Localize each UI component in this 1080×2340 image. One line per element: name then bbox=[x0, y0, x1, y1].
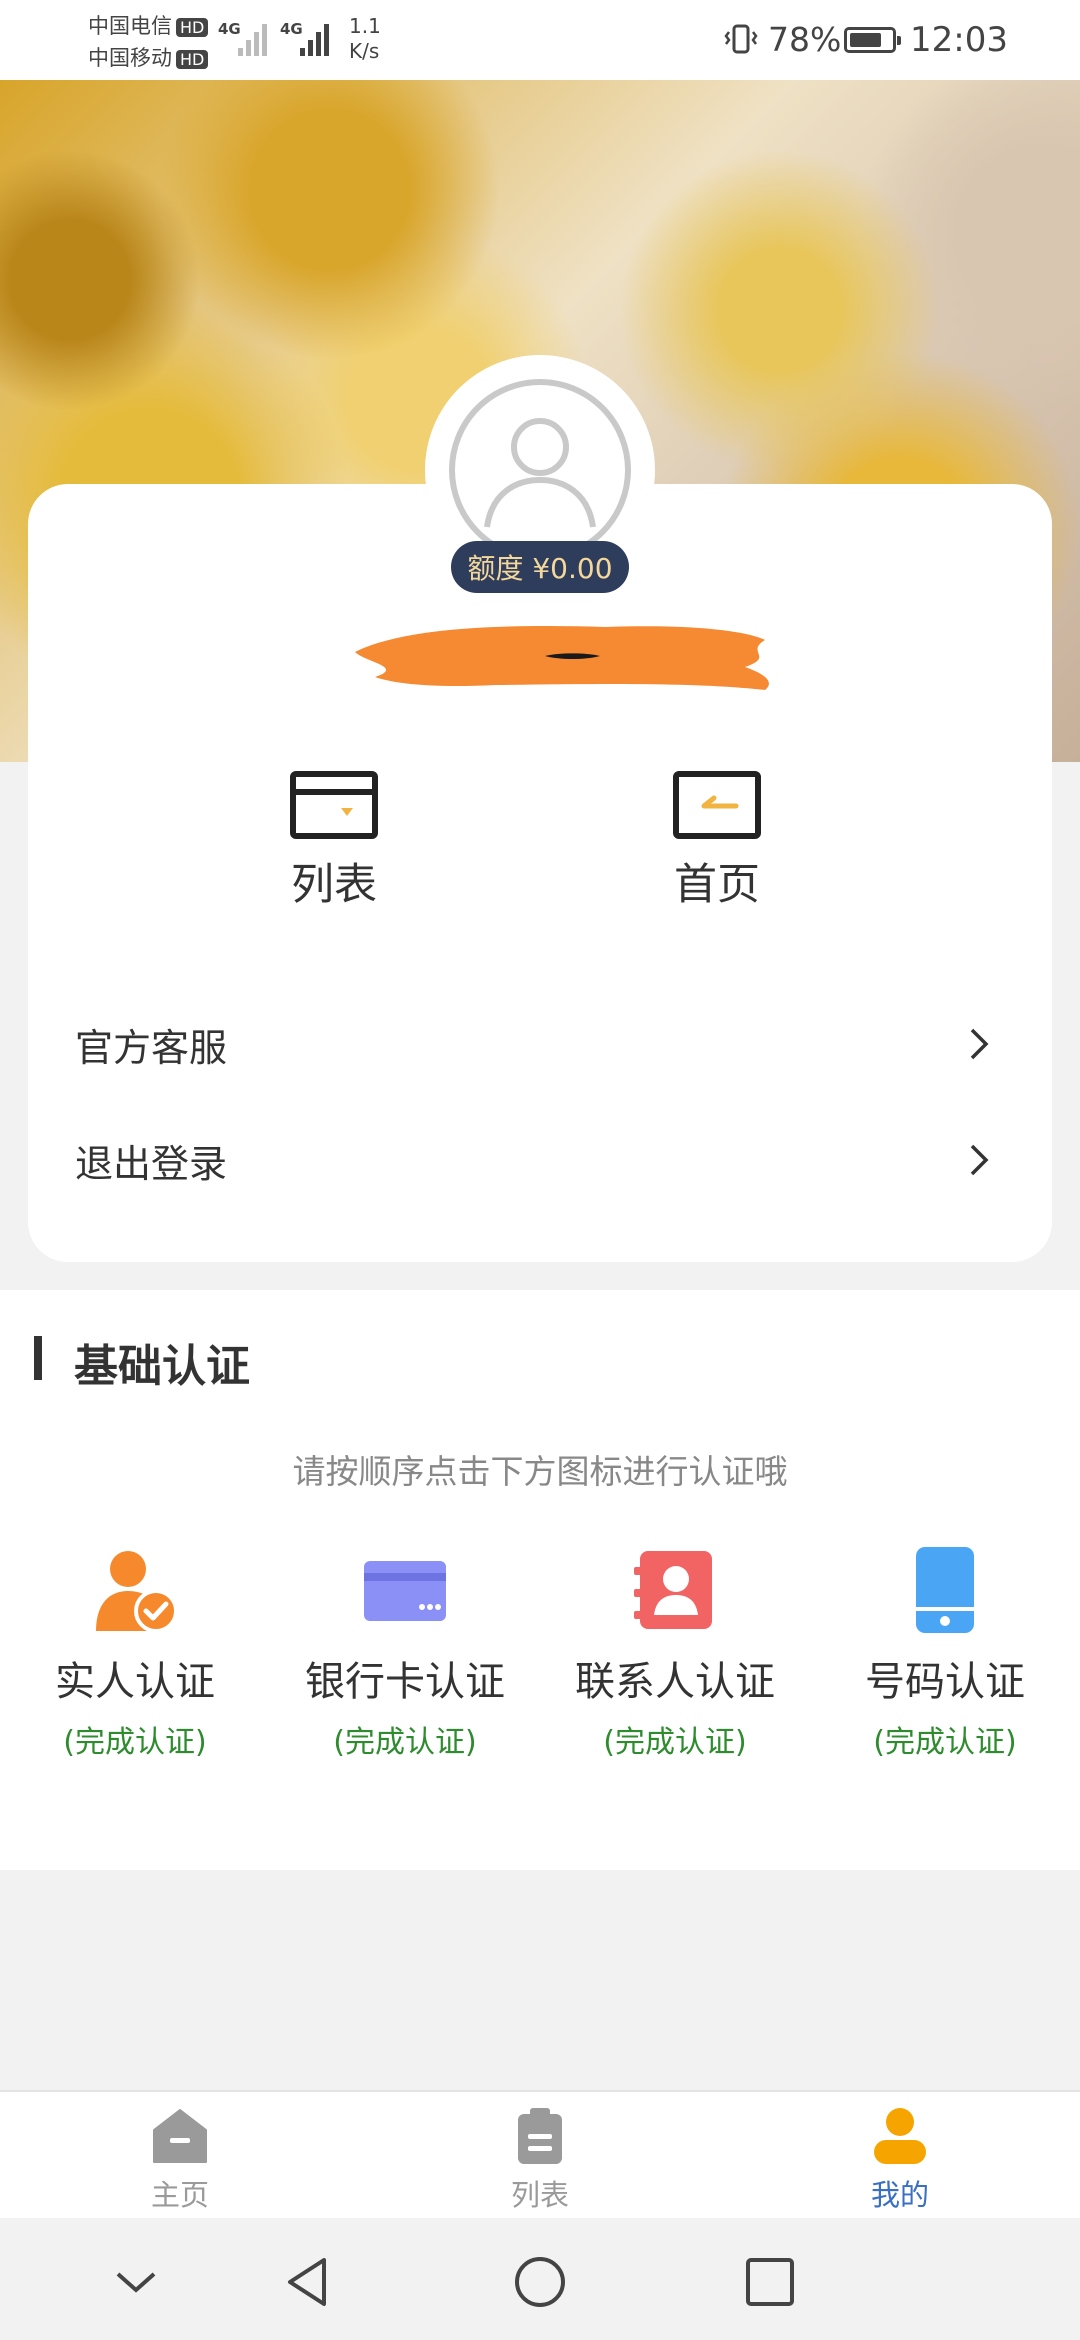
signal-icon-1 bbox=[238, 22, 267, 56]
verify-item-phone[interactable]: 号码认证 (完成认证) bbox=[830, 1545, 1060, 1761]
section-marker bbox=[34, 1336, 42, 1380]
tab-list[interactable]: 列表 bbox=[460, 2106, 620, 2214]
back-triangle-icon[interactable] bbox=[280, 2254, 336, 2310]
home-circle-icon[interactable] bbox=[512, 2254, 568, 2310]
verify-item-status: (完成认证) bbox=[603, 1725, 747, 1760]
tab-mine-label: 我的 bbox=[870, 2178, 929, 2212]
tab-list-label: 列表 bbox=[510, 2178, 569, 2212]
carrier-2: 中国移动 HD bbox=[88, 42, 209, 72]
quota-badge: 额度 ¥0.00 bbox=[451, 541, 629, 593]
chevron-right-icon bbox=[970, 1028, 989, 1060]
tab-mine[interactable]: 我的 bbox=[820, 2106, 980, 2214]
quick-action-list-label: 列表 bbox=[291, 860, 377, 910]
verify-item-status: (完成认证) bbox=[63, 1725, 207, 1760]
basic-verification-section: 基础认证 请按顺序点击下方图标进行认证哦 实人认证 (完成认证) 银行卡认证 (… bbox=[0, 1290, 1080, 1870]
clock: 12:03 bbox=[910, 20, 1008, 60]
tab-home[interactable]: 主页 bbox=[100, 2106, 260, 2214]
wallet-list-icon bbox=[290, 771, 378, 839]
quick-action-list[interactable]: 列表 bbox=[254, 770, 414, 912]
user-icon bbox=[874, 2108, 926, 2164]
contacts-icon bbox=[634, 1551, 712, 1629]
verify-item-status: (完成认证) bbox=[333, 1725, 477, 1760]
quick-action-home-label: 首页 bbox=[674, 860, 760, 910]
menu-item-logout[interactable]: 退出登录 bbox=[28, 1110, 1052, 1210]
menu-item-label: 官方客服 bbox=[75, 1025, 228, 1070]
person-check-icon bbox=[96, 1551, 178, 1633]
menu-item-label: 退出登录 bbox=[75, 1141, 228, 1186]
verify-item-status: (完成认证) bbox=[873, 1725, 1017, 1760]
verify-item-bank-card[interactable]: 银行卡认证 (完成认证) bbox=[290, 1545, 520, 1761]
section-title: 基础认证 bbox=[74, 1341, 250, 1392]
status-bar: 中国电信 HD 中国移动 HD 4G 4G 1.1 K/s 78% 12:03 bbox=[0, 0, 1080, 80]
bottom-tab-bar: 主页 列表 我的 bbox=[0, 2090, 1080, 2218]
battery-icon bbox=[844, 27, 901, 53]
redacted-username bbox=[355, 626, 769, 690]
verify-item-name: 联系人认证 bbox=[575, 1659, 775, 1705]
verify-item-name: 银行卡认证 bbox=[305, 1659, 505, 1705]
phone-icon bbox=[916, 1547, 974, 1633]
carrier-1: 中国电信 HD bbox=[88, 10, 209, 40]
bank-card-icon bbox=[364, 1561, 446, 1621]
verify-item-name: 实人认证 bbox=[55, 1659, 215, 1705]
vibrate-icon bbox=[724, 24, 758, 54]
collapse-chevron-icon[interactable] bbox=[108, 2254, 164, 2310]
home-icon bbox=[153, 2109, 207, 2163]
verify-item-name: 号码认证 bbox=[865, 1659, 1025, 1705]
section-hint: 请按顺序点击下方图标进行认证哦 bbox=[292, 1452, 788, 1491]
card-home-icon bbox=[673, 771, 761, 839]
battery-percent: 78% bbox=[768, 20, 842, 59]
menu-item-customer-service[interactable]: 官方客服 bbox=[28, 994, 1052, 1094]
signal-icon-2 bbox=[300, 22, 329, 56]
verify-item-contacts[interactable]: 联系人认证 (完成认证) bbox=[560, 1545, 790, 1761]
system-nav-bar bbox=[0, 2218, 1080, 2340]
clipboard-icon bbox=[518, 2108, 562, 2164]
network-speed: 1.1 K/s bbox=[349, 14, 381, 63]
verify-item-identity[interactable]: 实人认证 (完成认证) bbox=[20, 1545, 250, 1761]
chevron-right-icon bbox=[970, 1144, 989, 1176]
quick-action-home[interactable]: 首页 bbox=[637, 770, 797, 912]
tab-home-label: 主页 bbox=[150, 2178, 209, 2212]
recents-square-icon[interactable] bbox=[742, 2254, 798, 2310]
default-avatar-icon bbox=[449, 379, 631, 561]
